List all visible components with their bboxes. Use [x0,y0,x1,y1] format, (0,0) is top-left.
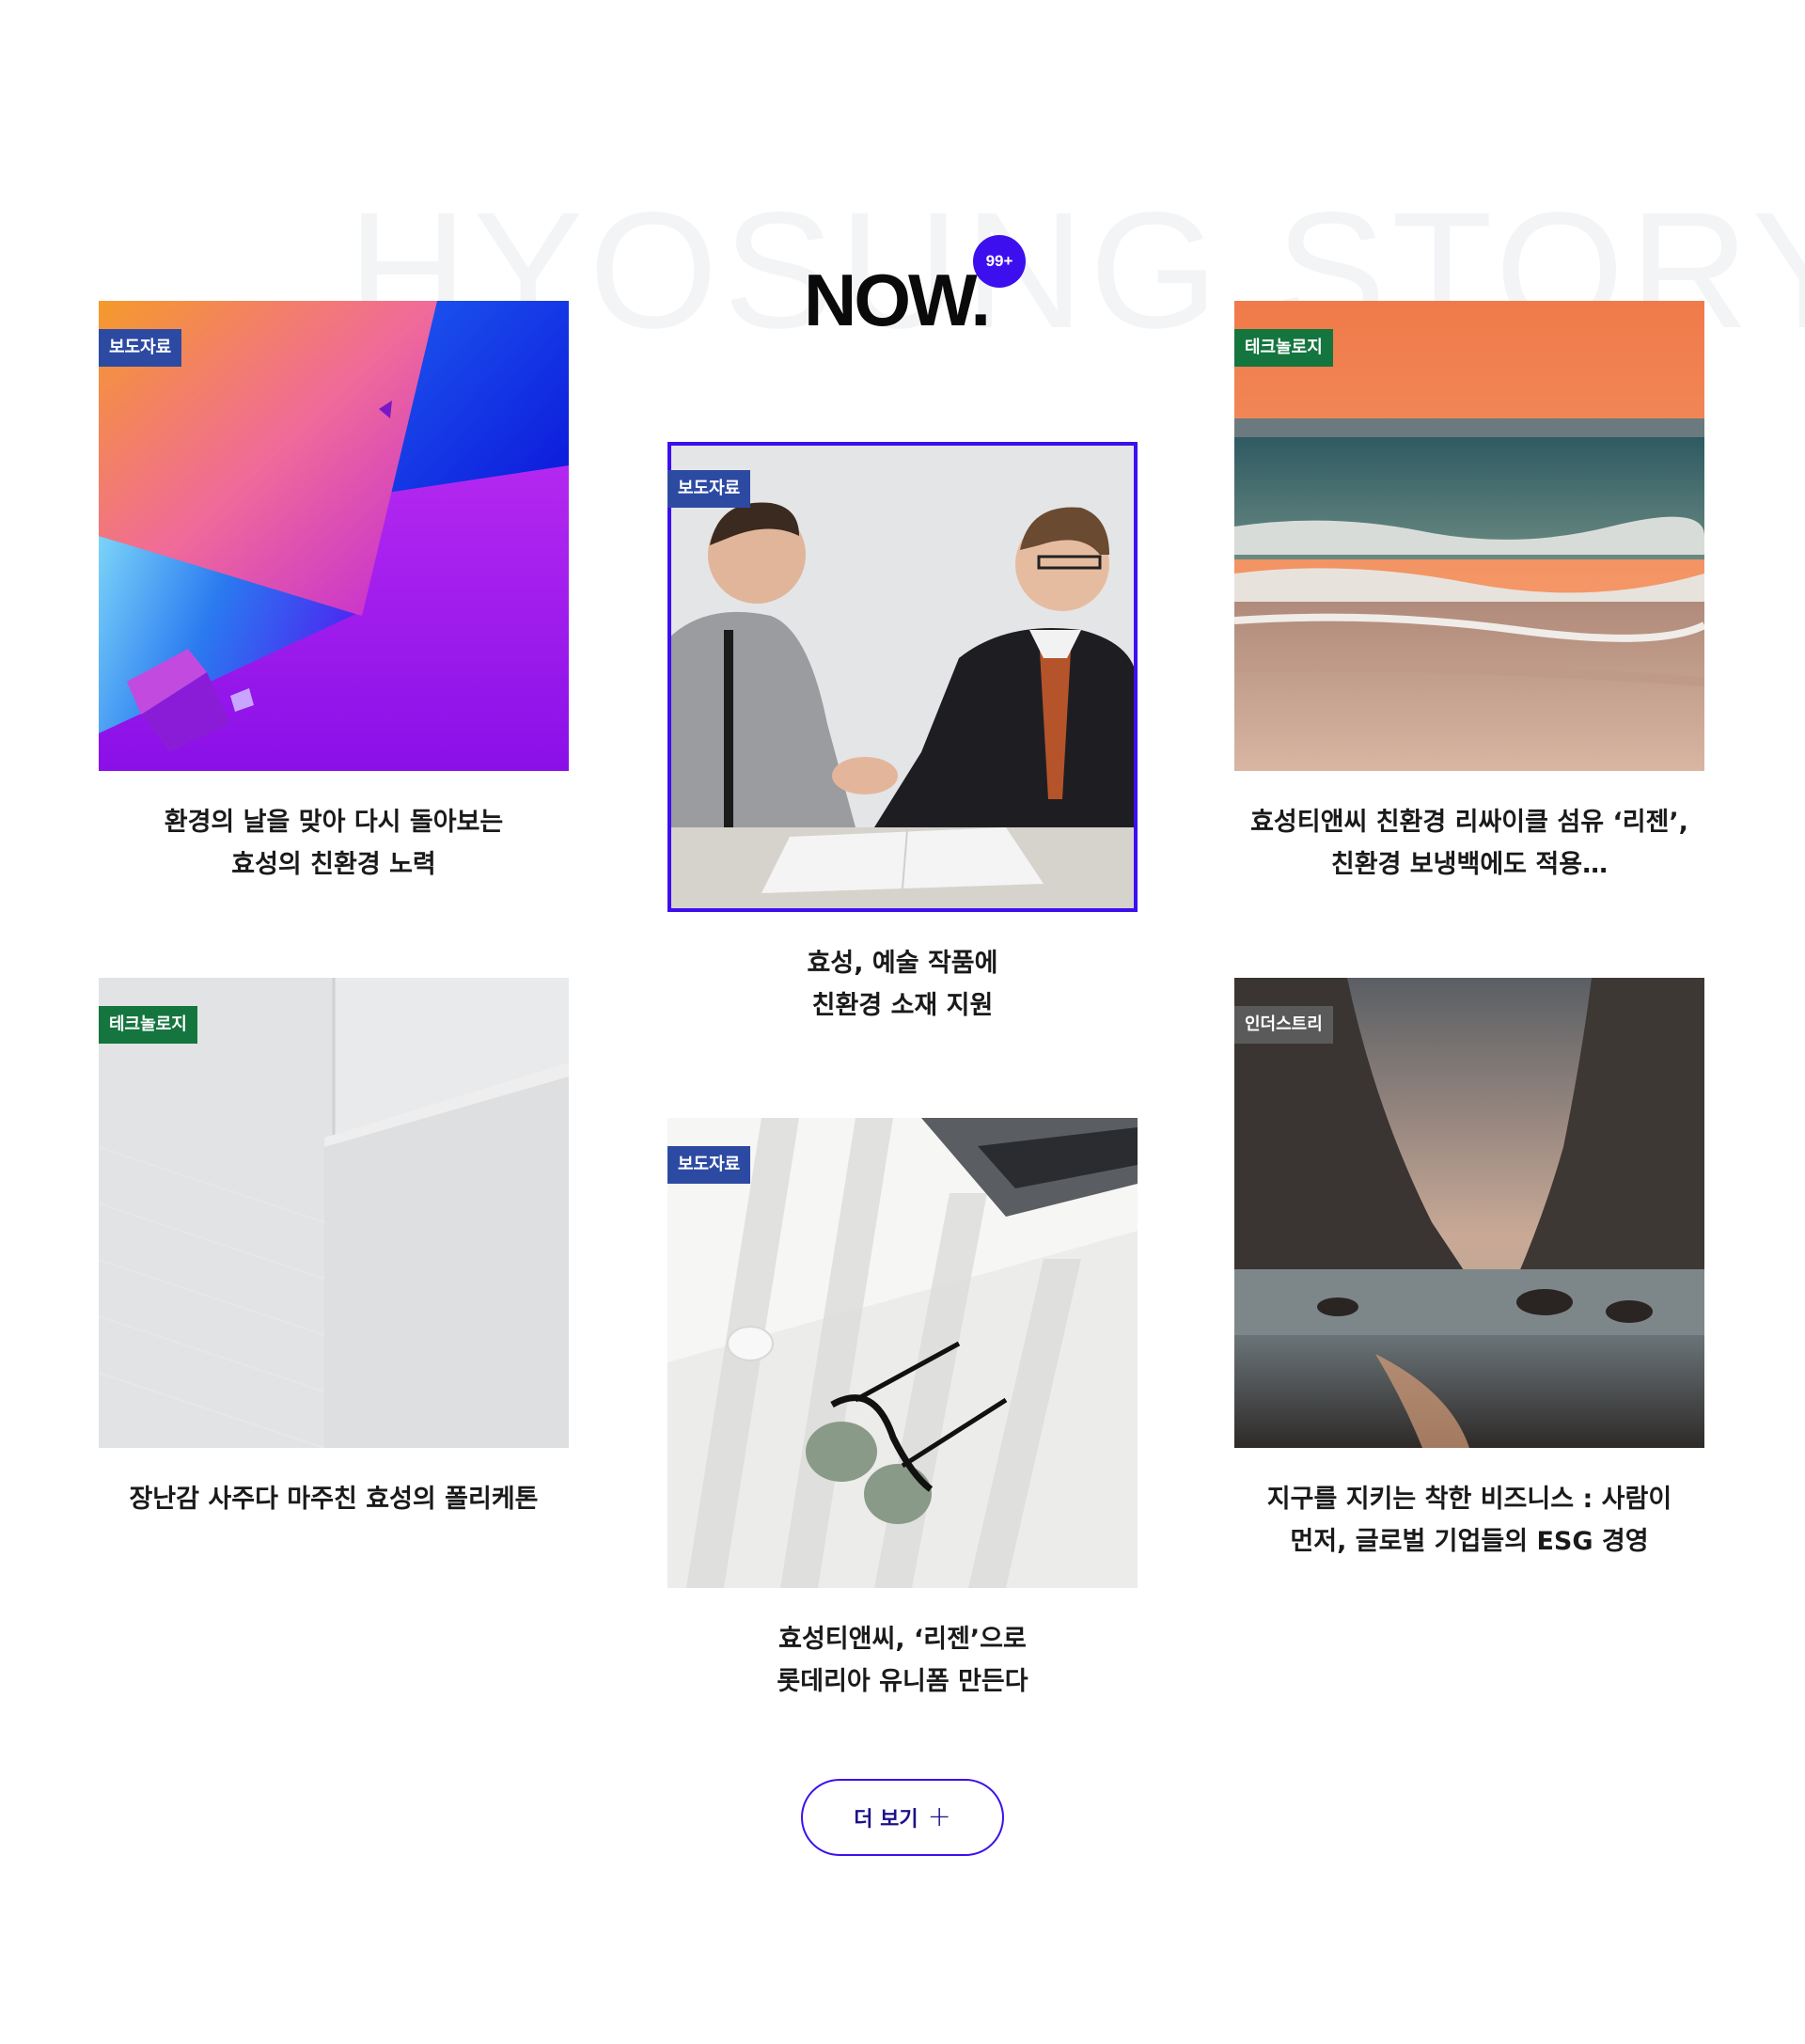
count-badge: 99+ [973,235,1026,288]
card-title[interactable]: 효성티앤씨 친환경 리싸이클 섬유 ‘리젠’, 친환경 보냉백에도 적용… [1234,801,1704,886]
card-title[interactable]: 효성, 예술 작품에 친환경 소재 지원 [667,942,1138,1027]
sunset-ocean-waves-image[interactable]: 테크놀로지 [1234,301,1704,771]
category-tag: 인더스트리 [1234,1006,1333,1044]
story-card[interactable]: 보도자료 환경의 날을 맞아 다시 돌아보는 효성의 친환경 노력 [99,301,569,886]
story-card[interactable]: 인더스트리 지구를 지키는 착한 비즈니스 : 사람이 먼저, 글로벌 기업들의… [1234,978,1704,1563]
card-title[interactable]: 지구를 지키는 착한 비즈니스 : 사람이 먼저, 글로벌 기업들의 ESG 경… [1234,1478,1704,1563]
more-button[interactable]: 더 보기 + [801,1779,1004,1856]
handshake-meeting-image[interactable]: 보도자료 [667,442,1138,912]
card-title[interactable]: 장난감 사주다 마주친 효성의 폴리케톤 [99,1478,569,1520]
story-card[interactable]: 보도자료 효성티앤씨, ‘리젠’으로 롯데리아 유니폼 만든다 [667,1118,1138,1703]
section-heading: NOW. 99+ [804,235,1029,338]
category-tag: 테크놀로지 [1234,329,1333,367]
more-button-label: 더 보기 [854,1808,918,1832]
plus-icon: + [927,1800,951,1833]
sunglasses-desk-image[interactable]: 보도자료 [667,1118,1138,1588]
category-tag: 보도자료 [667,1146,751,1184]
rocky-beach-sunset-image[interactable]: 인더스트리 [1234,978,1704,1448]
category-tag: 보도자료 [667,470,751,508]
card-title[interactable]: 환경의 날을 맞아 다시 돌아보는 효성의 친환경 노력 [99,801,569,886]
category-tag: 테크놀로지 [99,1006,197,1044]
white-textured-wall-image[interactable]: 테크놀로지 [99,978,569,1448]
story-card[interactable]: 보도자료 효성, 예술 작품에 친환경 소재 지원 [667,442,1138,1027]
category-tag: 보도자료 [99,329,182,367]
story-card[interactable]: 테크놀로지 장난감 사주다 마주친 효성의 폴리케톤 [99,978,569,1520]
story-card[interactable]: 테크놀로지 효성티앤씨 친환경 리싸이클 섬유 ‘리젠’, 친환경 보냉백에도 … [1234,301,1704,886]
abstract-gradient-cube-image[interactable]: 보도자료 [99,301,569,771]
card-title[interactable]: 효성티앤씨, ‘리젠’으로 롯데리아 유니폼 만든다 [667,1618,1138,1703]
